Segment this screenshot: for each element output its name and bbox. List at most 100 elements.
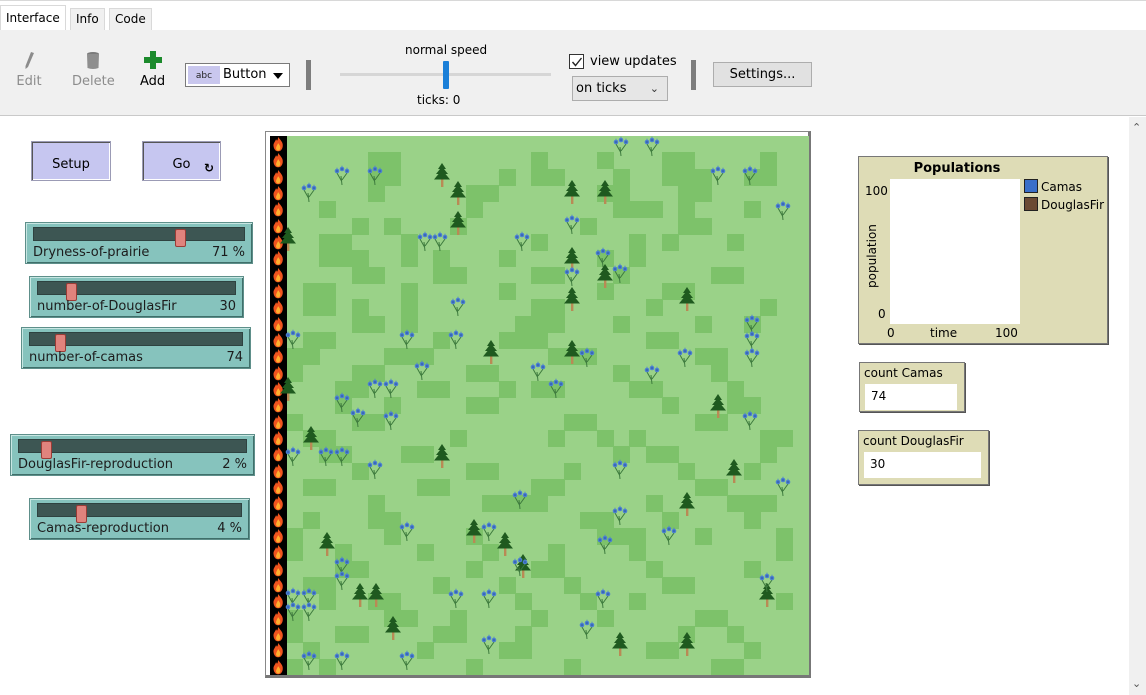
fire-patch	[270, 348, 287, 366]
fire-icon	[273, 545, 283, 560]
patch-dark-grass	[727, 626, 745, 643]
add-button[interactable]: Add	[140, 48, 165, 89]
douglas-fir-tree-icon	[678, 287, 695, 312]
patch-dark-grass	[433, 266, 451, 284]
patch-dark-grass	[531, 609, 549, 627]
slider-number-of-douglasfir[interactable]: number-of-DouglasFir 30	[29, 276, 244, 318]
world-view[interactable]	[270, 136, 809, 675]
monitor-label: count Camas	[864, 366, 943, 380]
patch-dark-grass	[694, 348, 712, 366]
patch-dark-grass	[760, 495, 777, 513]
legend-item-douglasfir: DouglasFir	[1024, 197, 1104, 212]
fire-patch	[270, 626, 287, 643]
camas-flower-icon	[612, 459, 627, 480]
patch-dark-grass	[368, 315, 385, 333]
patch-dark-grass	[531, 168, 549, 186]
camas-flower-icon	[399, 521, 415, 542]
fire-patch	[270, 201, 287, 219]
patch-dark-grass	[515, 626, 532, 643]
douglas-fir-tree-icon	[564, 287, 581, 312]
patch-dark-grass	[645, 201, 663, 219]
fire-patch	[270, 250, 287, 268]
fire-icon	[273, 512, 283, 527]
slider-track[interactable]	[18, 439, 247, 459]
slider-track[interactable]	[29, 332, 243, 352]
go-button[interactable]: Go ↻	[142, 141, 221, 181]
legend-item-camas: Camas	[1024, 179, 1082, 194]
patch-dark-grass	[515, 593, 532, 611]
patch-dark-grass	[711, 364, 728, 382]
patch-dark-grass	[498, 642, 516, 660]
tab-code[interactable]: Code	[109, 8, 152, 31]
camas-flower-icon	[350, 406, 366, 427]
camas-flower-icon	[481, 633, 497, 655]
tab-interface[interactable]: Interface	[0, 5, 66, 31]
settings-button[interactable]: Settings...	[713, 62, 812, 87]
patch-dark-grass	[286, 626, 304, 643]
scroll-up-icon[interactable]: ⌃	[1132, 121, 1141, 134]
tab-info[interactable]: Info	[70, 8, 105, 31]
camas-flower-icon	[612, 504, 627, 525]
update-mode-dropdown[interactable]: on ticks ⌄	[572, 76, 668, 101]
slider-thumb[interactable]	[175, 229, 187, 247]
widget-type-value: Button	[223, 67, 267, 82]
slider-douglasfir-reproduction[interactable]: DouglasFir-reproduction 2 %	[10, 434, 255, 476]
patch-dark-grass	[351, 626, 369, 643]
douglas-fir-tree-icon	[482, 339, 499, 364]
patch-dark-grass	[743, 511, 761, 529]
fire-patch	[270, 185, 287, 202]
patch-dark-grass	[351, 250, 369, 268]
view-updates-checkbox[interactable]	[569, 54, 584, 69]
vertical-scrollbar[interactable]: ⌃ ⌄	[1129, 117, 1146, 695]
patch-dark-grass	[694, 185, 712, 202]
patch-dark-grass	[498, 577, 516, 594]
fire-icon	[273, 349, 283, 364]
douglas-fir-tree-icon	[725, 458, 742, 483]
patch-dark-grass	[727, 658, 745, 675]
slider-track[interactable]	[37, 503, 242, 523]
slider-dryness-of-prairie[interactable]: Dryness-of-prairie 71 %	[25, 222, 253, 264]
patch-dark-grass	[482, 397, 500, 415]
patch-dark-grass	[564, 413, 581, 431]
speed-slider-thumb[interactable]	[442, 61, 449, 89]
patch-dark-grass	[482, 185, 500, 202]
setup-button[interactable]: Setup	[31, 141, 111, 181]
patch-dark-grass	[711, 266, 728, 284]
edit-button[interactable]: Edit	[16, 48, 42, 89]
patch-dark-grass	[368, 511, 385, 529]
scroll-down-icon[interactable]: ⌄	[1132, 677, 1141, 690]
fire-patch	[270, 283, 287, 300]
slider-label: number-of-DouglasFir	[37, 299, 177, 314]
camas-flower-icon	[742, 410, 758, 431]
monitor-value: 74	[865, 384, 957, 410]
patch-dark-grass	[711, 609, 728, 627]
x-tick-label: 100	[995, 326, 1018, 340]
fire-icon	[273, 643, 283, 658]
slider-track[interactable]	[37, 281, 236, 301]
patch-dark-grass	[319, 250, 336, 268]
slider-track[interactable]	[33, 227, 245, 247]
caret-down-icon	[273, 73, 283, 79]
patch-dark-grass	[466, 658, 483, 675]
patch-dark-grass	[662, 397, 679, 415]
delete-button[interactable]: Delete	[72, 48, 115, 89]
slider-number-of-camas[interactable]: number-of-camas 74	[21, 327, 251, 369]
toolbar: Edit Delete Add abc Button normal speed …	[0, 30, 1146, 116]
slider-label: DouglasFir-reproduction	[18, 457, 174, 472]
x-tick-label: 0	[887, 326, 895, 340]
widget-type-dropdown[interactable]: abc Button	[185, 63, 290, 87]
camas-flower-icon	[775, 475, 791, 496]
patch-dark-grass	[417, 544, 434, 562]
patch-dark-grass	[678, 201, 696, 219]
douglas-fir-tree-icon	[611, 631, 628, 656]
patch-dark-grass	[319, 201, 336, 219]
patch-dark-grass	[319, 299, 336, 317]
patch-dark-grass	[498, 381, 516, 398]
fire-patch	[270, 136, 287, 153]
slider-camas-reproduction[interactable]: Camas-reproduction 4 %	[29, 498, 250, 540]
patch-dark-grass	[531, 479, 549, 496]
patch-dark-grass	[727, 234, 745, 251]
patch-dark-grass	[335, 626, 353, 643]
patch-dark-grass	[498, 250, 516, 268]
camas-flower-icon	[644, 364, 660, 385]
